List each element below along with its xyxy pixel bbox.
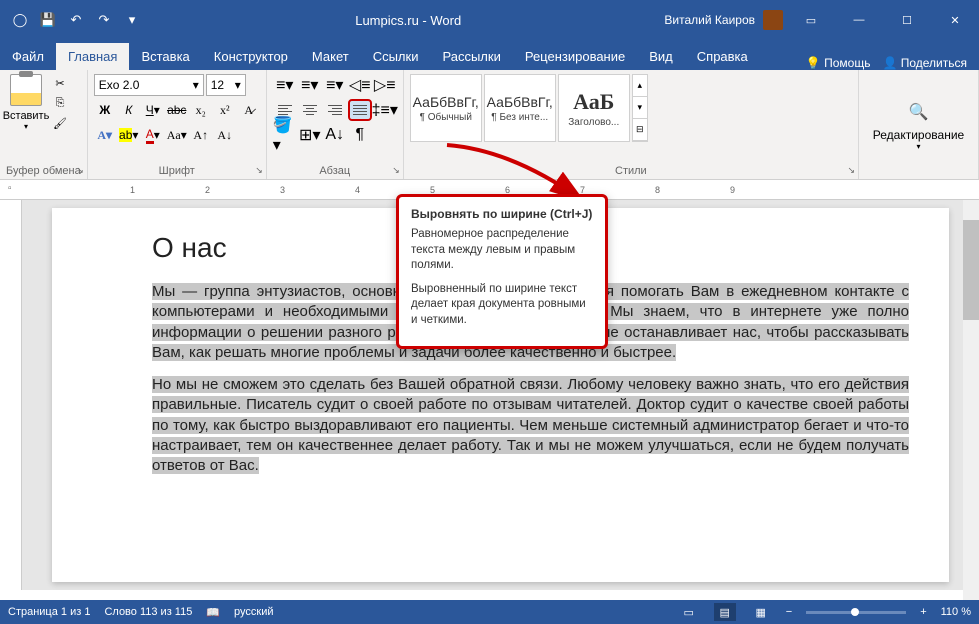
borders-button[interactable]: ⊞▾ xyxy=(298,124,322,146)
paste-button[interactable]: Вставить ▾ xyxy=(6,74,46,163)
ruler-toggle-icon[interactable]: ▫ xyxy=(8,183,22,197)
sort-icon[interactable]: A↓ xyxy=(323,124,347,146)
change-case-button[interactable]: Aa▾ xyxy=(166,124,188,146)
avatar[interactable] xyxy=(763,10,783,30)
undo-icon[interactable]: ↶ xyxy=(64,8,88,32)
decrease-indent-icon[interactable]: ◁≡ xyxy=(348,74,372,96)
text-effects-button[interactable]: A▾ xyxy=(94,124,116,146)
ribbon-options-icon[interactable]: ▭ xyxy=(791,5,831,35)
doc-paragraph-2[interactable]: Но мы не сможем это сделать без Вашей об… xyxy=(152,375,909,476)
gallery-up-icon[interactable]: ▴ xyxy=(633,75,647,97)
status-bar: Страница 1 из 1 Слово 113 из 115 📖 русск… xyxy=(0,600,979,624)
print-layout-icon[interactable]: ▤ xyxy=(714,603,736,621)
gallery-more-icon[interactable]: ⊟ xyxy=(633,119,647,141)
tab-references[interactable]: Ссылки xyxy=(361,43,431,70)
font-launcher[interactable]: ↘ xyxy=(255,165,263,176)
group-editing: 🔍 Редактирование ▾ xyxy=(859,70,979,179)
ribbon: Вставить ▾ ✂ ⎘ 🖌 Буфер обмена ↘ Exo 2.0▾… xyxy=(0,70,979,180)
font-color-button[interactable]: A▾ xyxy=(142,124,164,146)
format-painter-icon[interactable]: 🖌 xyxy=(50,114,70,132)
tab-layout[interactable]: Макет xyxy=(300,43,361,70)
styles-launcher[interactable]: ↘ xyxy=(847,165,855,176)
copy-icon[interactable]: ⎘ xyxy=(50,94,70,112)
paragraph-launcher[interactable]: ↘ xyxy=(392,165,400,176)
underline-button[interactable]: Ч▾ xyxy=(142,99,164,121)
scrollbar-thumb[interactable] xyxy=(963,220,979,320)
zoom-level[interactable]: 110 % xyxy=(941,606,971,618)
tell-me[interactable]: 💡 Помощь xyxy=(806,56,871,70)
page-indicator[interactable]: Страница 1 из 1 xyxy=(8,606,90,618)
save-icon[interactable]: 💾 xyxy=(36,8,60,32)
gallery-down-icon[interactable]: ▾ xyxy=(633,97,647,119)
highlight-button[interactable]: ab▾ xyxy=(118,124,140,146)
language-indicator[interactable]: русский xyxy=(234,606,273,618)
tab-mailings[interactable]: Рассылки xyxy=(430,43,512,70)
user-name[interactable]: Виталий Каиров xyxy=(664,13,755,27)
tab-home[interactable]: Главная xyxy=(56,43,129,70)
zoom-in-icon[interactable]: + xyxy=(920,606,926,618)
ribbon-tabs: Файл Главная Вставка Конструктор Макет С… xyxy=(0,40,979,70)
tab-review[interactable]: Рецензирование xyxy=(513,43,637,70)
multilevel-button[interactable]: ≡▾ xyxy=(323,74,347,96)
increase-indent-icon[interactable]: ▷≡ xyxy=(373,74,397,96)
bullets-button[interactable]: ≡▾ xyxy=(273,74,297,96)
align-right-button[interactable] xyxy=(323,99,347,121)
group-font: Exo 2.0▾ 12▾ Ж К Ч▾ abc x₂ x² A̷ A▾ ab▾ … xyxy=(88,70,267,179)
bold-button[interactable]: Ж xyxy=(94,99,116,121)
style-nospacing[interactable]: АаБбВвГг, ¶ Без инте... xyxy=(484,74,556,142)
tab-view[interactable]: Вид xyxy=(637,43,685,70)
tab-insert[interactable]: Вставка xyxy=(129,43,201,70)
group-clipboard: Вставить ▾ ✂ ⎘ 🖌 Буфер обмена ↘ xyxy=(0,70,88,179)
shading-button[interactable]: 🪣▾ xyxy=(273,124,297,146)
find-icon[interactable]: 🔍 xyxy=(909,102,929,122)
word-count[interactable]: Слово 113 из 115 xyxy=(104,606,192,618)
document-title: Lumpics.ru - Word xyxy=(152,13,664,28)
style-normal[interactable]: АаБбВвГг, ¶ Обычный xyxy=(410,74,482,142)
justify-tooltip: Выровнять по ширине (Ctrl+J) Равномерное… xyxy=(396,194,608,349)
read-mode-icon[interactable]: ▭ xyxy=(678,603,700,621)
shrink-font-icon[interactable]: A↓ xyxy=(214,124,236,146)
font-name-combo[interactable]: Exo 2.0▾ xyxy=(94,74,204,96)
align-center-button[interactable] xyxy=(298,99,322,121)
tooltip-text-2: Выровненный по ширине текст делает края … xyxy=(411,282,593,329)
tab-design[interactable]: Конструктор xyxy=(202,43,300,70)
subscript-button[interactable]: x₂ xyxy=(190,99,212,121)
vertical-ruler[interactable] xyxy=(0,200,22,590)
zoom-out-icon[interactable]: − xyxy=(786,606,792,618)
tab-file[interactable]: Файл xyxy=(0,43,56,70)
minimize-icon[interactable]: — xyxy=(839,5,879,35)
qat-more-icon[interactable]: ▾ xyxy=(120,8,144,32)
autosave-toggle[interactable]: ◯ xyxy=(8,8,32,32)
redo-icon[interactable]: ↷ xyxy=(92,8,116,32)
show-marks-icon[interactable]: ¶ xyxy=(348,124,372,146)
clear-format-icon[interactable]: A̷ xyxy=(238,99,260,121)
tooltip-title: Выровнять по ширине (Ctrl+J) xyxy=(411,207,593,221)
style-heading1[interactable]: АаБ Заголово... xyxy=(558,74,630,142)
zoom-slider[interactable] xyxy=(806,611,906,614)
spell-check-icon[interactable]: 📖 xyxy=(206,606,220,619)
strike-button[interactable]: abc xyxy=(166,99,188,121)
cut-icon[interactable]: ✂ xyxy=(50,74,70,92)
grow-font-icon[interactable]: A↑ xyxy=(190,124,212,146)
web-layout-icon[interactable]: ▦ xyxy=(750,603,772,621)
align-justify-button[interactable] xyxy=(348,99,372,121)
title-bar: ◯ 💾 ↶ ↷ ▾ Lumpics.ru - Word Виталий Каир… xyxy=(0,0,979,40)
group-styles: АаБбВвГг, ¶ Обычный АаБбВвГг, ¶ Без инте… xyxy=(404,70,859,179)
close-icon[interactable]: ✕ xyxy=(935,5,975,35)
italic-button[interactable]: К xyxy=(118,99,140,121)
group-paragraph: ≡▾ ≡▾ ≡▾ ◁≡ ▷≡ ‡≡▾ 🪣▾ ⊞▾ A↓ ¶ Абзац ↘ xyxy=(267,70,404,179)
font-size-combo[interactable]: 12▾ xyxy=(206,74,246,96)
share-button[interactable]: 👤 Поделиться xyxy=(882,56,967,70)
styles-gallery-nav[interactable]: ▴ ▾ ⊟ xyxy=(632,74,648,142)
maximize-icon[interactable]: ☐ xyxy=(887,5,927,35)
clipboard-launcher[interactable]: ↘ xyxy=(76,165,84,176)
tooltip-text-1: Равномерное распределение текста между л… xyxy=(411,227,593,274)
numbering-button[interactable]: ≡▾ xyxy=(298,74,322,96)
vertical-scrollbar[interactable] xyxy=(963,200,979,600)
line-spacing-button[interactable]: ‡≡▾ xyxy=(373,99,397,121)
superscript-button[interactable]: x² xyxy=(214,99,236,121)
clipboard-icon xyxy=(10,74,42,106)
quick-access-toolbar: ◯ 💾 ↶ ↷ ▾ xyxy=(0,8,152,32)
tab-help[interactable]: Справка xyxy=(685,43,760,70)
